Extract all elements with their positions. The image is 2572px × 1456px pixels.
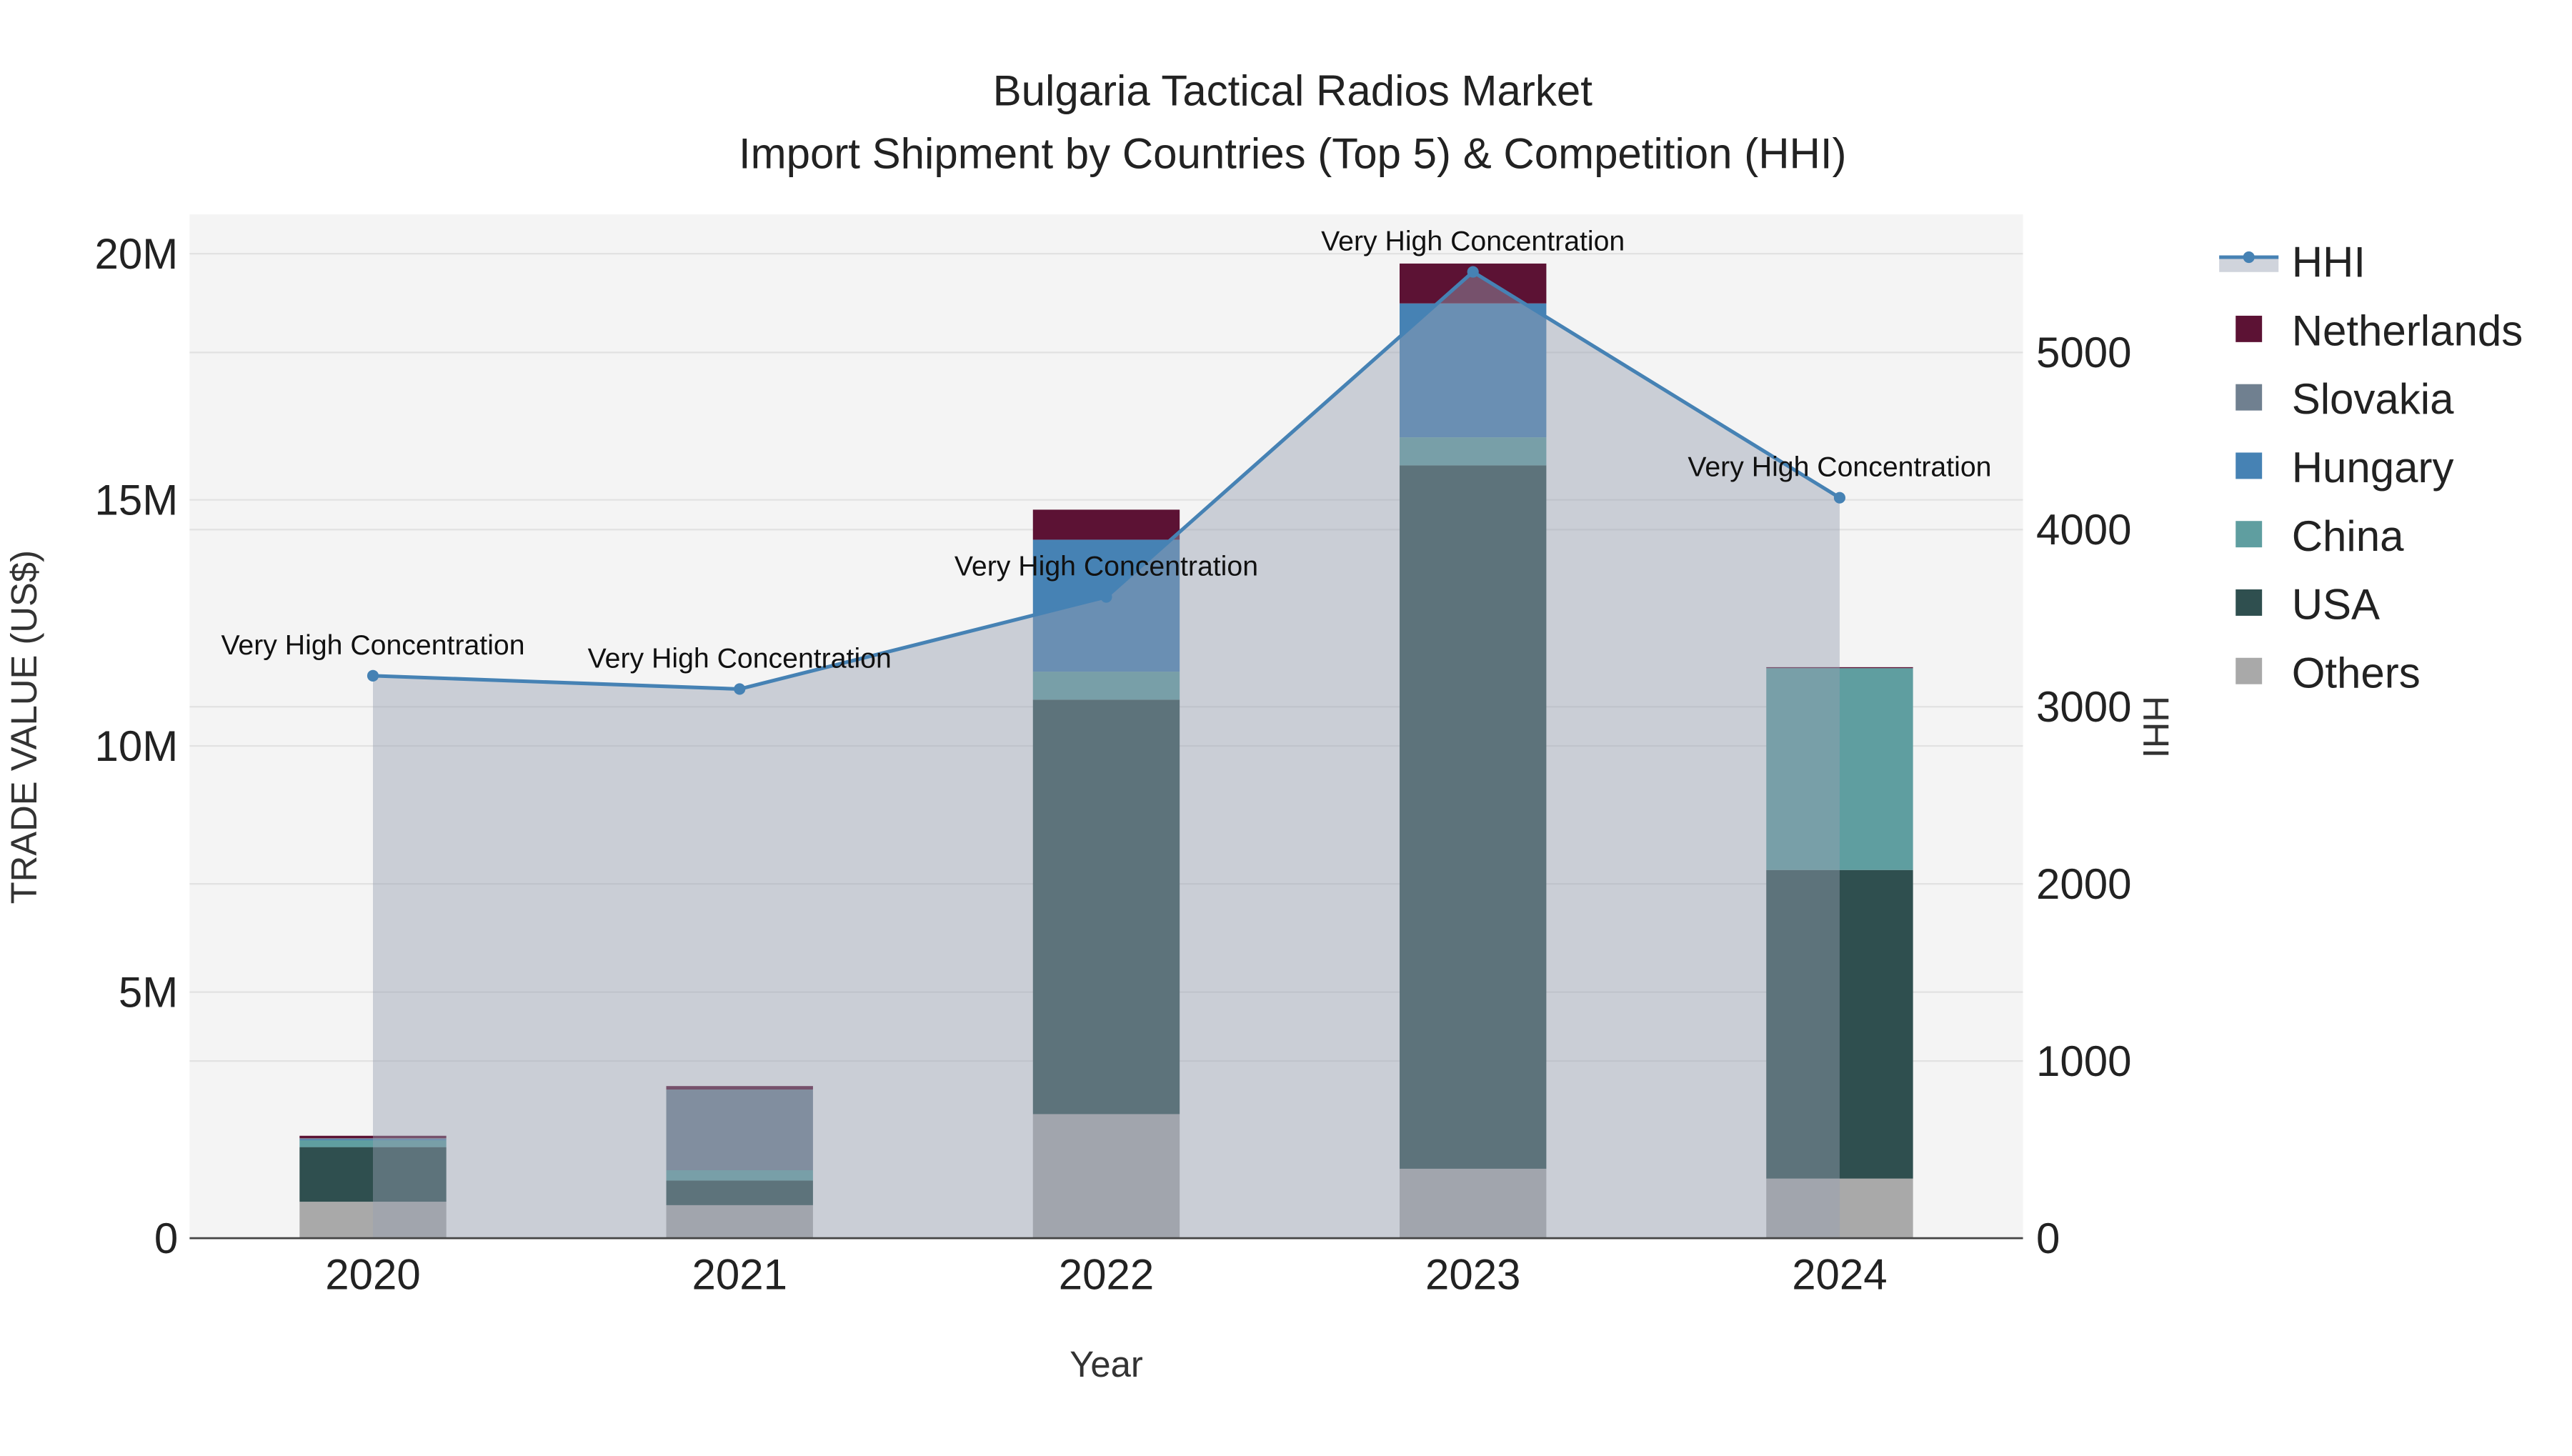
x-tick-label: 2024 bbox=[1792, 1251, 1887, 1299]
y-tick-label: 0 bbox=[154, 1215, 178, 1262]
legend-hhi-marker bbox=[2243, 251, 2255, 264]
legend-swatch-usa bbox=[2235, 589, 2263, 616]
legend-label-hhi: HHI bbox=[2292, 239, 2366, 286]
hhi-point-2023 bbox=[1467, 266, 1479, 278]
legend-label-slovakia: Slovakia bbox=[2292, 375, 2454, 423]
y2-tick-label: 4000 bbox=[2036, 506, 2131, 554]
y-tick-label: 10M bbox=[95, 722, 179, 770]
hhi-annotation: Very High Concentration bbox=[1688, 452, 1991, 483]
legend-label-usa: USA bbox=[2292, 581, 2380, 629]
x-axis-title: Year bbox=[1070, 1344, 1143, 1385]
bar-netherlands-2022 bbox=[1032, 509, 1180, 540]
y2-tick-label: 3000 bbox=[2036, 683, 2131, 731]
x-tick-label: 2022 bbox=[1059, 1251, 1154, 1299]
hhi-annotation: Very High Concentration bbox=[1321, 226, 1625, 257]
y2-tick-label: 2000 bbox=[2036, 860, 2131, 908]
legend-label-china: China bbox=[2292, 512, 2404, 560]
chart: Bulgaria Tactical Radios Market Import S… bbox=[4, 67, 2523, 1385]
legend-swatch-others bbox=[2235, 657, 2263, 684]
hhi-annotation: Very High Concentration bbox=[221, 629, 524, 661]
chart-title-line2: Import Shipment by Countries (Top 5) & C… bbox=[739, 129, 1847, 177]
legend-swatch-hungary bbox=[2235, 452, 2263, 479]
hhi-annotation: Very High Concentration bbox=[954, 551, 1258, 582]
y-axis-title: TRADE VALUE (US$) bbox=[4, 550, 44, 904]
y2-tick-label: 5000 bbox=[2036, 329, 2131, 377]
legend-label-others: Others bbox=[2292, 649, 2421, 697]
y2-tick-label: 0 bbox=[2036, 1215, 2060, 1262]
y-tick-label: 5M bbox=[119, 968, 178, 1016]
x-tick-label: 2023 bbox=[1425, 1251, 1520, 1299]
hhi-point-2022 bbox=[1100, 591, 1112, 603]
legend-label-netherlands: Netherlands bbox=[2292, 306, 2523, 354]
x-tick-label: 2021 bbox=[692, 1251, 787, 1299]
x-tick-label: 2020 bbox=[325, 1251, 420, 1299]
hhi-annotation: Very High Concentration bbox=[588, 642, 892, 674]
hhi-point-2021 bbox=[734, 683, 746, 695]
chart-title-line1: Bulgaria Tactical Radios Market bbox=[993, 67, 1593, 115]
hhi-point-2024 bbox=[1833, 492, 1846, 504]
hhi-point-2020 bbox=[367, 669, 379, 682]
legend-swatch-china bbox=[2235, 521, 2263, 548]
y2-axis-title: HHI bbox=[2135, 696, 2176, 758]
y-tick-label: 15M bbox=[95, 476, 179, 524]
y2-tick-label: 1000 bbox=[2036, 1037, 2131, 1085]
legend-label-hungary: Hungary bbox=[2292, 444, 2454, 492]
legend-swatch-slovakia bbox=[2235, 384, 2263, 411]
y-tick-label: 20M bbox=[95, 230, 179, 278]
chart-container: Bulgaria Tactical Radios Market Import S… bbox=[0, 0, 2572, 1447]
legend-swatch-netherlands bbox=[2235, 315, 2263, 342]
